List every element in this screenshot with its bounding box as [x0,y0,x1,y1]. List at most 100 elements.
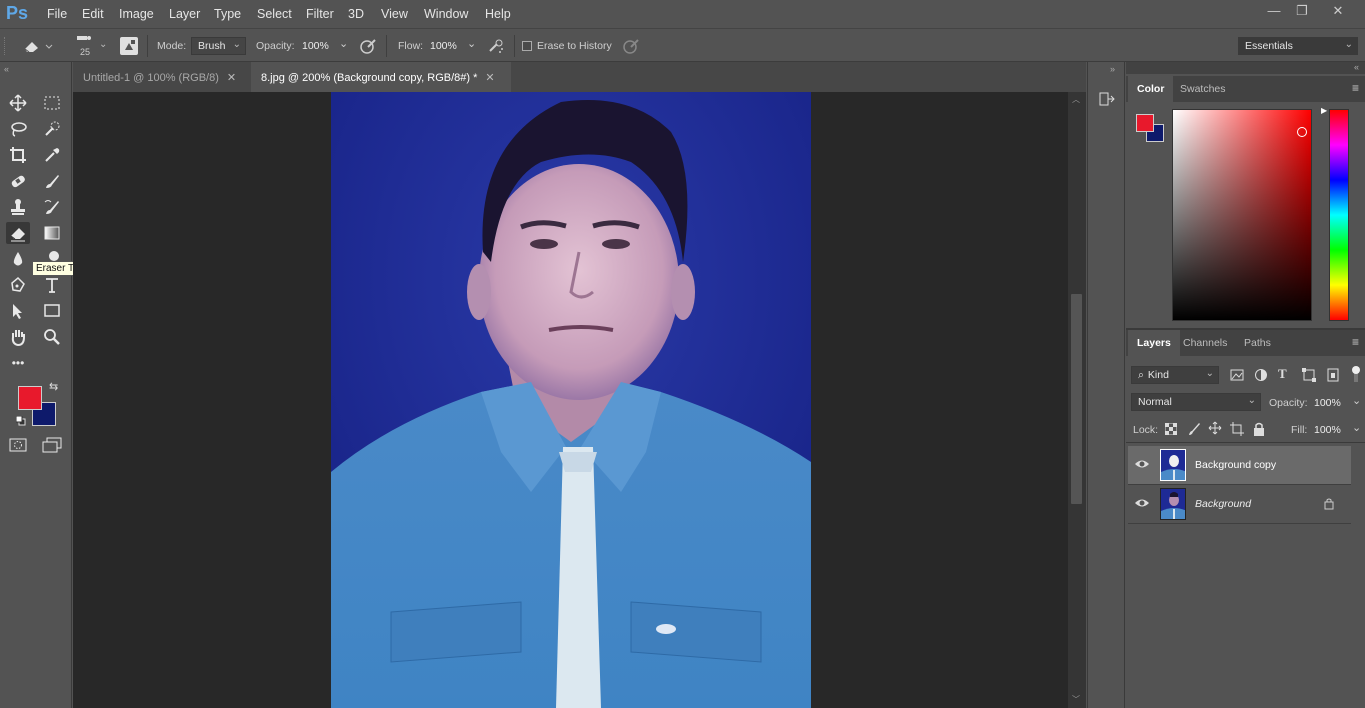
hand-tool-icon[interactable] [6,326,30,348]
document-image[interactable] [331,92,811,708]
gradient-tool-icon[interactable] [40,222,64,244]
brush-panel-toggle[interactable] [120,37,138,55]
flow-slider-toggle[interactable]: ⌄ [467,37,476,50]
zoom-tool-icon[interactable] [40,326,64,348]
collapse-toolbar-icon[interactable]: « [4,64,9,74]
foreground-color-swatch[interactable] [18,386,42,410]
type-tool-icon[interactable] [40,274,64,296]
lock-position-icon[interactable] [1208,421,1222,435]
menu-window[interactable]: Window [424,7,468,21]
workspace-dropdown[interactable]: Essentials ⌄ [1238,37,1358,55]
tab-swatches[interactable]: Swatches [1171,76,1235,102]
collapse-panels-icon[interactable]: « [1354,62,1359,72]
blend-mode-dropdown[interactable]: Normal ⌄ [1131,393,1261,411]
healing-brush-tool-icon[interactable] [6,170,30,192]
opacity-input[interactable]: 100% [302,40,329,52]
layer-row-background-copy[interactable]: Background copy [1128,446,1351,484]
panel-menu-icon[interactable]: ≡ [1352,335,1359,349]
brush-preset-picker[interactable]: 25 ⌄ [75,33,111,59]
visibility-eye-icon[interactable] [1134,458,1150,470]
eraser-tool-icon[interactable] [6,222,30,244]
expand-dock-icon[interactable]: » [1110,64,1115,74]
marquee-tool-icon[interactable] [40,92,64,114]
layer-row-background[interactable]: Background [1128,485,1351,523]
menu-view[interactable]: View [381,7,408,21]
more-tools-icon[interactable]: ••• [6,352,30,374]
fill-input[interactable]: 100% [1314,424,1341,436]
visibility-eye-icon[interactable] [1134,497,1150,509]
hue-slider[interactable] [1329,109,1349,321]
mode-dropdown[interactable]: Brush ⌄ [191,37,246,55]
tab-layers[interactable]: Layers [1128,330,1180,356]
clone-stamp-tool-icon[interactable] [6,196,30,218]
minimize-button[interactable]: — [1262,3,1286,21]
airbrush-button[interactable] [487,37,505,55]
eyedropper-tool-icon[interactable] [40,144,64,166]
panel-menu-icon[interactable]: ≡ [1352,81,1359,95]
tab-color[interactable]: Color [1128,76,1174,102]
layer-filter-dropdown[interactable]: ⌕ Kind ⌄ [1131,366,1219,384]
lasso-tool-icon[interactable] [6,118,30,140]
lock-artboard-icon[interactable] [1230,422,1244,436]
menu-edit[interactable]: Edit [82,7,104,21]
menu-layer[interactable]: Layer [169,7,200,21]
layer-name[interactable]: Background copy [1195,459,1276,471]
erase-to-history-checkbox[interactable] [522,41,532,51]
filter-adjustment-icon[interactable] [1254,368,1268,382]
screen-mode-icon[interactable] [40,434,64,456]
scroll-up-icon[interactable]: ︿ [1072,94,1080,105]
menu-type[interactable]: Type [214,7,241,21]
filter-type-icon[interactable]: T [1278,366,1287,382]
color-panel-foreground-swatch[interactable] [1136,114,1154,132]
filter-pixel-icon[interactable] [1230,368,1244,382]
path-selection-tool-icon[interactable] [6,300,30,322]
menu-file[interactable]: File [47,7,67,21]
lock-transparent-pixels-icon[interactable] [1164,422,1178,436]
opacity-slider-toggle[interactable]: ⌄ [339,37,348,50]
layer-opacity-slider-toggle[interactable]: ⌄ [1352,394,1361,407]
filter-smart-object-icon[interactable] [1326,368,1340,382]
menu-select[interactable]: Select [257,7,292,21]
fill-slider-toggle[interactable]: ⌄ [1352,421,1361,434]
tab-untitled-1[interactable]: Untitled-1 @ 100% (RGB/8) ✕ [73,62,251,92]
crop-tool-icon[interactable] [6,144,30,166]
tab-channels[interactable]: Channels [1174,330,1236,356]
canvas-area[interactable] [73,92,1068,708]
tab-paths[interactable]: Paths [1235,330,1280,356]
rectangle-tool-icon[interactable] [40,300,64,322]
quick-mask-icon[interactable] [6,434,30,456]
lock-image-pixels-icon[interactable] [1187,422,1201,436]
tab-8-jpg[interactable]: 8.jpg @ 200% (Background copy, RGB/8#) *… [251,62,511,92]
pressure-opacity-button[interactable] [359,37,377,55]
pen-tool-icon[interactable] [6,274,30,296]
history-brush-tool-icon[interactable] [40,196,64,218]
quick-selection-tool-icon[interactable] [40,118,64,140]
history-panel-icon[interactable] [1098,90,1116,108]
close-window-button[interactable]: ✕ [1326,3,1350,21]
filter-shape-icon[interactable] [1302,368,1316,382]
vertical-scrollbar[interactable]: ︿ ﹀ [1068,92,1086,708]
lock-all-icon[interactable] [1253,422,1265,436]
swap-colors-icon[interactable]: ⇆ [49,380,58,393]
layer-name[interactable]: Background [1195,498,1251,510]
filter-toggle-switch[interactable] [1352,366,1360,382]
hue-slider-handle[interactable]: ▶ [1321,106,1327,115]
tool-preset-picker[interactable] [22,37,56,55]
flow-input[interactable]: 100% [430,40,457,52]
blur-tool-icon[interactable] [6,248,30,270]
color-field[interactable] [1172,109,1312,321]
restore-button[interactable]: ❐ [1290,3,1314,21]
scroll-down-icon[interactable]: ﹀ [1072,694,1080,705]
scrollbar-thumb[interactable] [1071,294,1082,504]
menu-help[interactable]: Help [485,7,511,21]
menu-3d[interactable]: 3D [348,7,364,21]
move-tool-icon[interactable] [6,92,30,114]
pressure-size-button[interactable] [622,37,640,55]
menu-image[interactable]: Image [119,7,154,21]
close-tab-icon[interactable]: ✕ [485,72,494,84]
default-colors-icon[interactable] [15,415,26,426]
menu-filter[interactable]: Filter [306,7,334,21]
color-picker-cursor[interactable] [1297,127,1307,137]
layer-opacity-input[interactable]: 100% [1314,397,1341,409]
close-tab-icon[interactable]: ✕ [227,72,236,84]
